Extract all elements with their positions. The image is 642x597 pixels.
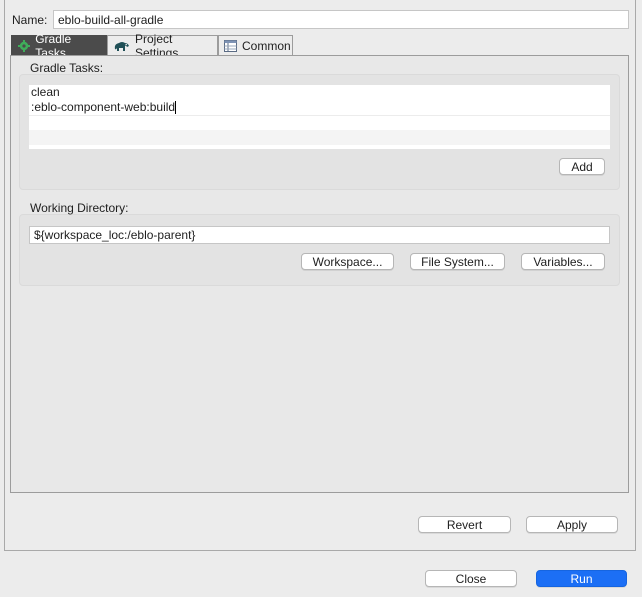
close-button[interactable]: Close [425, 570, 517, 587]
name-label: Name: [12, 13, 48, 27]
empty-task-row[interactable] [29, 115, 610, 130]
empty-task-row[interactable] [29, 145, 610, 149]
task-row[interactable]: clean [29, 85, 610, 100]
working-directory-group [19, 214, 620, 286]
tab-gradle-tasks[interactable]: Gradle Tasks [11, 32, 107, 60]
apply-button[interactable]: Apply [526, 516, 618, 533]
working-directory-label: Working Directory: [30, 201, 129, 215]
table-icon [224, 39, 237, 53]
add-task-button[interactable]: Add [559, 158, 605, 175]
tab-common[interactable]: Common [218, 35, 293, 55]
task-text: clean [31, 85, 60, 99]
gear-icon [17, 39, 30, 53]
text-cursor [175, 101, 177, 115]
workspace-button[interactable]: Workspace... [301, 253, 394, 270]
elephant-icon [113, 39, 130, 53]
name-input[interactable] [53, 10, 629, 29]
revert-button[interactable]: Revert [418, 516, 511, 533]
gradle-tasks-list[interactable]: clean :eblo-component-web:build [29, 85, 610, 149]
gradle-tasks-label: Gradle Tasks: [30, 61, 104, 75]
task-row[interactable]: :eblo-component-web:build [29, 100, 610, 115]
working-directory-input[interactable] [29, 226, 610, 244]
task-text: :eblo-component-web:build [31, 100, 176, 114]
empty-task-row[interactable] [29, 130, 610, 145]
tab-label: Common [242, 38, 291, 53]
variables-button[interactable]: Variables... [521, 253, 605, 270]
run-button[interactable]: Run [536, 570, 627, 587]
tab-project-settings[interactable]: Project Settings [107, 32, 218, 60]
file-system-button[interactable]: File System... [410, 253, 505, 270]
